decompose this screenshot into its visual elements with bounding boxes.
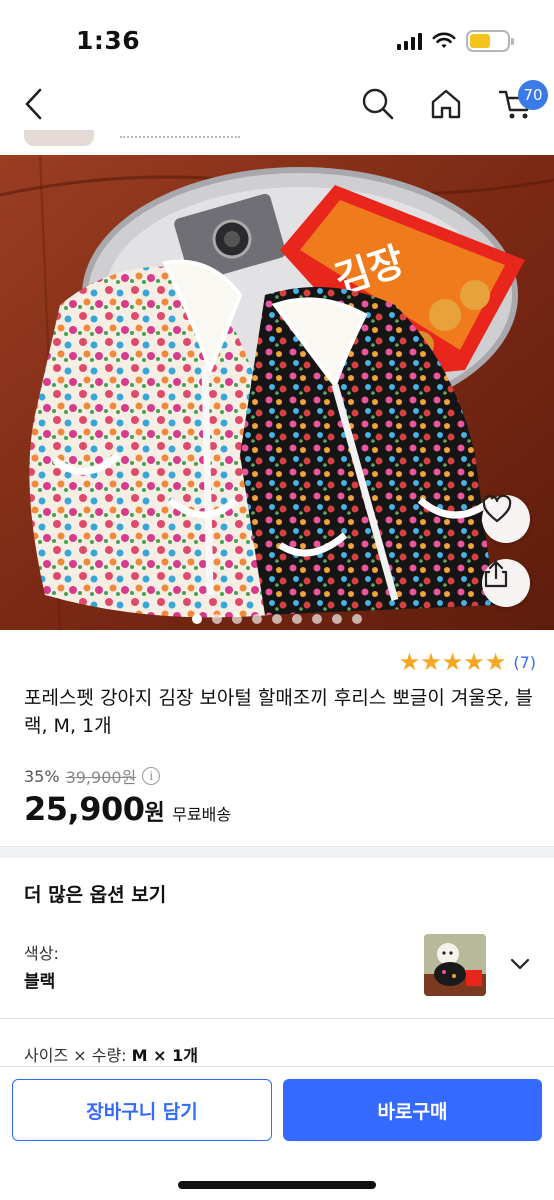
size-quantity-row[interactable]: 사이즈 × 수량: M × 1개 xyxy=(24,1042,198,1066)
sale-price: 25,900 xyxy=(24,790,145,828)
add-to-cart-button[interactable]: 장바구니 담기 xyxy=(12,1079,272,1141)
chevron-down-icon xyxy=(510,958,530,970)
status-bar: 1:36 xyxy=(0,0,554,76)
color-option-value: 블랙 xyxy=(24,972,56,992)
original-price: 39,900원 xyxy=(65,768,137,787)
battery-icon xyxy=(466,30,514,52)
info-icon[interactable]: i xyxy=(142,767,161,785)
wifi-icon xyxy=(432,32,456,48)
pagination-dot[interactable] xyxy=(292,614,302,624)
share-icon xyxy=(484,560,508,588)
action-bar: 장바구니 담기 바로구매 xyxy=(0,1066,554,1200)
signal-icon xyxy=(397,32,422,50)
heart-icon xyxy=(482,495,512,523)
pagination-dot[interactable] xyxy=(212,614,222,624)
currency-unit: 원 xyxy=(144,801,165,826)
pagination-dot[interactable] xyxy=(312,614,322,624)
buy-now-button[interactable]: 바로구매 xyxy=(283,1079,542,1141)
pagination-dot[interactable] xyxy=(192,614,202,624)
home-button[interactable] xyxy=(424,82,468,126)
pagination-dot[interactable] xyxy=(352,614,362,624)
original-price-row: 35% 39,900원 i xyxy=(24,764,161,788)
nav-bar: 70 xyxy=(0,76,554,138)
review-count[interactable]: (7) xyxy=(513,653,536,672)
pagination-dot[interactable] xyxy=(252,614,262,624)
star-icon: ★ xyxy=(398,648,421,676)
price-row: 25,900 원 무료배송 xyxy=(24,790,231,828)
color-option-thumbnail[interactable] xyxy=(424,934,486,996)
home-indicator xyxy=(178,1181,376,1189)
status-icons xyxy=(397,30,514,52)
rating-stars: ★ ★ ★ ★ ★ xyxy=(399,650,507,674)
star-icon: ★ xyxy=(420,648,442,676)
share-button[interactable] xyxy=(482,559,530,607)
star-icon: ★ xyxy=(463,648,485,676)
shipping-info: 무료배송 xyxy=(172,805,232,824)
pagination-dot[interactable] xyxy=(272,614,282,624)
product-image[interactable]: 김장 xyxy=(0,155,554,630)
size-quantity-value: M × 1개 xyxy=(131,1046,198,1065)
star-icon: ★ xyxy=(441,648,464,676)
header-peek xyxy=(0,130,554,152)
cart-count-badge: 70 xyxy=(518,80,548,110)
back-button[interactable] xyxy=(12,82,56,126)
color-option-label: 색상: xyxy=(24,944,59,963)
rating-row[interactable]: ★ ★ ★ ★ ★ (7) xyxy=(399,650,536,674)
search-button[interactable] xyxy=(356,82,400,126)
product-photo: 김장 xyxy=(0,155,554,630)
product-title: 포레스펫 강아지 김장 보아털 할매조끼 후리스 뽀글이 겨울옷, 블랙, M,… xyxy=(24,687,533,737)
home-icon xyxy=(431,89,461,119)
options-divider xyxy=(0,1018,554,1019)
options-title: 더 많은 옵션 보기 xyxy=(24,884,167,906)
search-icon xyxy=(362,88,394,120)
discount-rate: 35% xyxy=(24,766,60,786)
back-icon xyxy=(25,88,42,120)
image-pagination[interactable] xyxy=(0,614,554,624)
option-expand-button[interactable] xyxy=(506,950,534,978)
wishlist-button[interactable] xyxy=(482,495,530,543)
size-quantity-label: 사이즈 × 수량: xyxy=(24,1046,127,1065)
pagination-dot[interactable] xyxy=(332,614,342,624)
star-icon: ★ xyxy=(484,648,507,676)
pagination-dot[interactable] xyxy=(232,614,242,624)
status-time: 1:36 xyxy=(76,26,141,55)
section-divider xyxy=(0,846,554,858)
